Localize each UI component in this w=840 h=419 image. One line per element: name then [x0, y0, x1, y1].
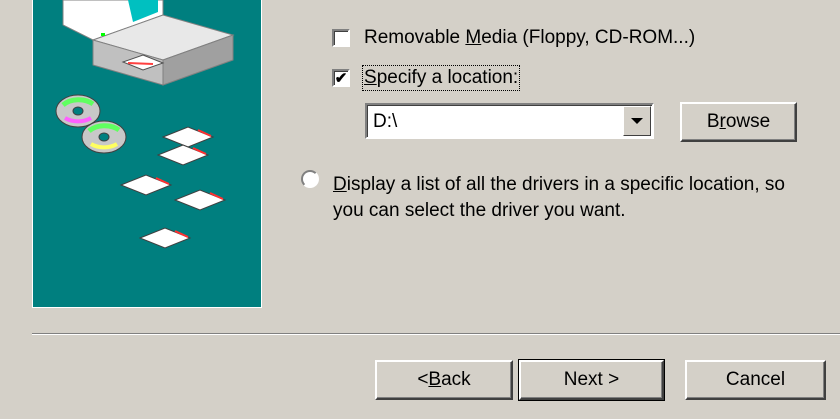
location-combobox[interactable]: D:\	[365, 103, 654, 139]
browse-button[interactable]: Br owse	[680, 102, 797, 142]
display-list-label: Display a list of all the drivers in a s…	[333, 174, 785, 221]
removable-media-option[interactable]: Removable Media (Floppy, CD-ROM...)	[332, 27, 695, 49]
next-button[interactable]: Next >	[518, 359, 665, 401]
location-value[interactable]: D:\	[373, 111, 397, 133]
removable-media-checkbox[interactable]	[332, 29, 350, 47]
dropdown-button[interactable]	[623, 106, 651, 136]
removable-media-label: Removable Media (Floppy, CD-ROM...)	[364, 27, 696, 48]
specify-location-label: Specify a location:	[361, 65, 521, 91]
specify-location-checkbox[interactable]: ✔	[332, 69, 350, 87]
back-button[interactable]: < Back	[375, 360, 513, 400]
cd-disc-icon	[55, 94, 127, 154]
floppy-disk-icon	[119, 126, 227, 249]
cancel-button[interactable]: Cancel	[685, 360, 826, 400]
display-list-radio[interactable]	[301, 170, 319, 188]
wizard-illustration	[32, 0, 262, 308]
separator-highlight	[32, 334, 840, 335]
checkmark-icon: ✔	[334, 69, 348, 87]
dropdown-arrow-icon	[631, 118, 643, 124]
computer-icon	[62, 0, 235, 86]
specify-location-option[interactable]: ✔ Specify a location:	[332, 65, 521, 91]
